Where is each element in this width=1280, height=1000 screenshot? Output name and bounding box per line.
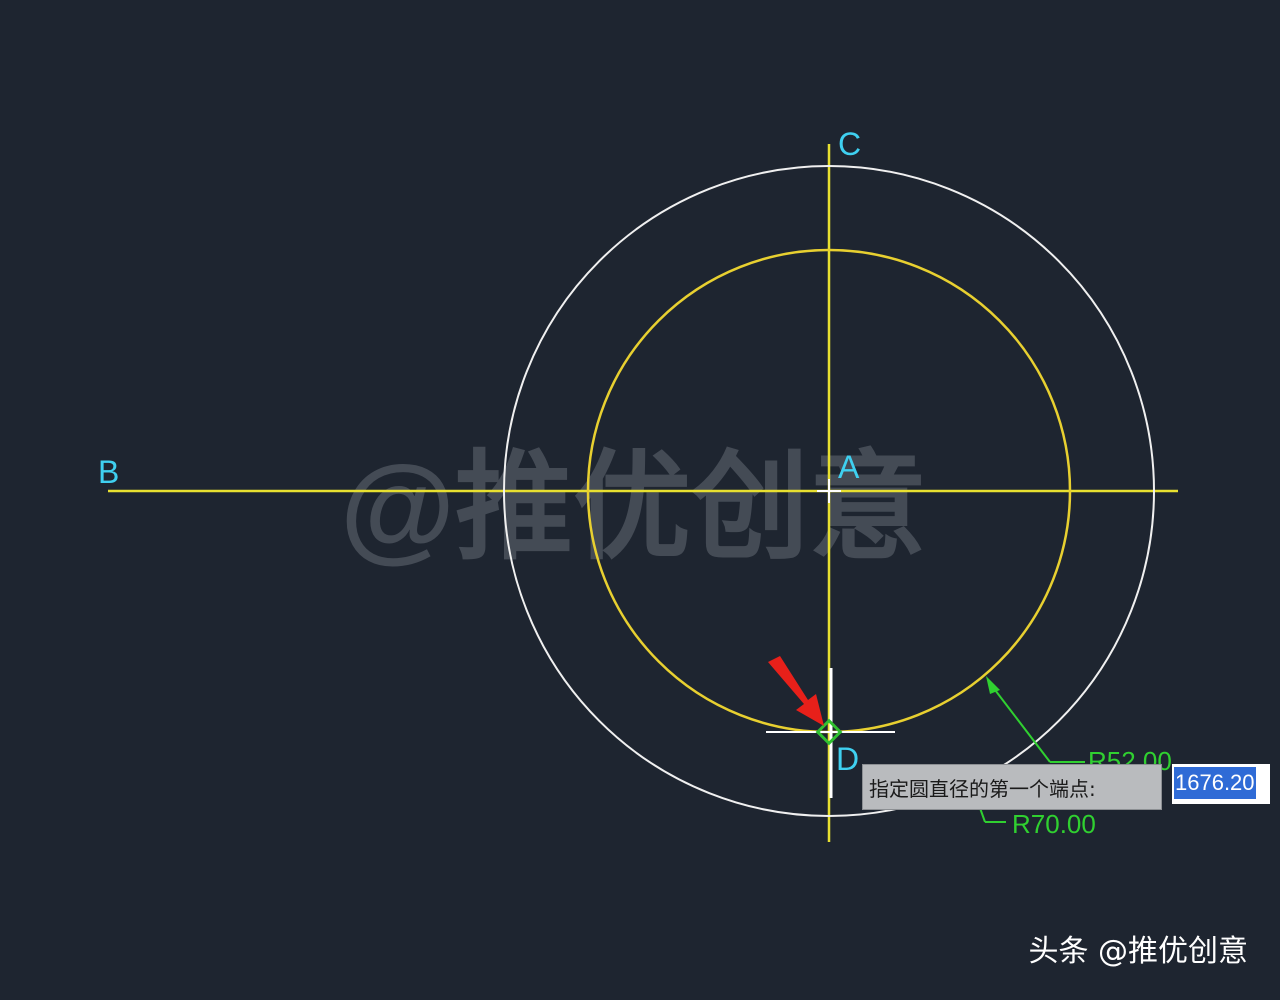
point-label-a: A [838, 449, 860, 485]
footer-brand: 头条 @推优创意 [1028, 934, 1248, 969]
point-label-c: C [838, 126, 861, 162]
dimension-r52[interactable]: R52.00 [986, 676, 1172, 776]
command-prompt-tooltip: 指定圆直径的第一个端点: [862, 764, 1162, 810]
red-arrow-icon [768, 656, 824, 726]
point-label-d: D [836, 741, 859, 777]
command-prompt-text: 指定圆直径的第一个端点: [869, 776, 1096, 801]
drawing-canvas[interactable]: @推优创意 A B C D R52.00 R70.00 [0, 0, 1280, 1000]
dynamic-input-field[interactable]: 1676.20 [1172, 764, 1270, 804]
point-label-b: B [98, 454, 119, 490]
dimension-r70[interactable]: R70.00 [979, 807, 1096, 839]
dimension-r70-label: R70.00 [1012, 809, 1096, 839]
dynamic-input-value[interactable]: 1676.20 [1174, 767, 1256, 799]
